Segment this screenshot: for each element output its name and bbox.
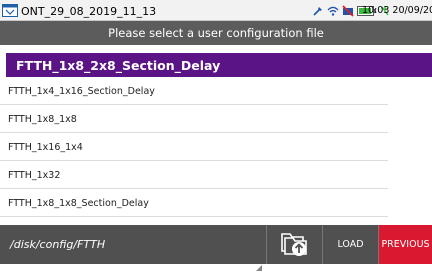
current-path: /disk/config/FTTH [10,238,106,251]
file-list: FTTH_1x4_1x16_Section_Delay FTTH_1x8_1x8… [0,77,432,217]
scrollbar[interactable] [426,77,432,223]
dialog-title: Please select a user configuration file [108,26,324,40]
load-button-label: LOAD [337,239,364,250]
previous-button[interactable]: PREVIOUS [379,225,432,264]
list-item-label: FTTH_1x16_1x4 [8,141,83,153]
folder-up-button[interactable] [266,225,323,264]
list-item-label: FTTH_1x8_1x8 [8,113,77,125]
network-icon [342,2,354,21]
folder-up-icon [279,229,311,261]
previous-button-label: PREVIOUS [381,239,430,250]
status-bar: ONT_29_08_2019_11_13 10:03 20/09/2 [0,0,432,21]
list-item[interactable]: FTTH_1x4_1x16_Section_Delay [0,77,432,105]
wifi-icon [327,2,339,21]
status-title: ONT_29_08_2019_11_13 [21,4,157,18]
selected-file-label: FTTH_1x8_2x8_Section_Delay [16,57,221,73]
selected-file-item[interactable]: FTTH_1x8_2x8_Section_Delay [6,53,432,77]
list-item[interactable]: FTTH_1x8_1x8_Section_Delay [0,189,432,217]
dialog-header: Please select a user configuration file [0,21,432,45]
list-item-label: FTTH_1x8_1x8_Section_Delay [8,197,149,209]
status-left: ONT_29_08_2019_11_13 [2,3,156,19]
load-button[interactable]: LOAD [323,225,379,264]
bottom-bar: /disk/config/FTTH LOAD PREVIOUS [0,225,432,264]
status-time: 10:03 20/09/2019 [362,5,432,16]
list-item-label: FTTH_1x32 [8,169,61,181]
window-icon [2,2,18,21]
tools-icon [312,2,324,21]
corner-marker-icon [256,256,262,271]
list-item[interactable]: FTTH_1x16_1x4 [0,133,432,161]
list-item-label: FTTH_1x4_1x16_Section_Delay [8,85,155,97]
list-item[interactable]: FTTH_1x8_1x8 [0,105,432,133]
list-item[interactable]: FTTH_1x32 [0,161,432,189]
